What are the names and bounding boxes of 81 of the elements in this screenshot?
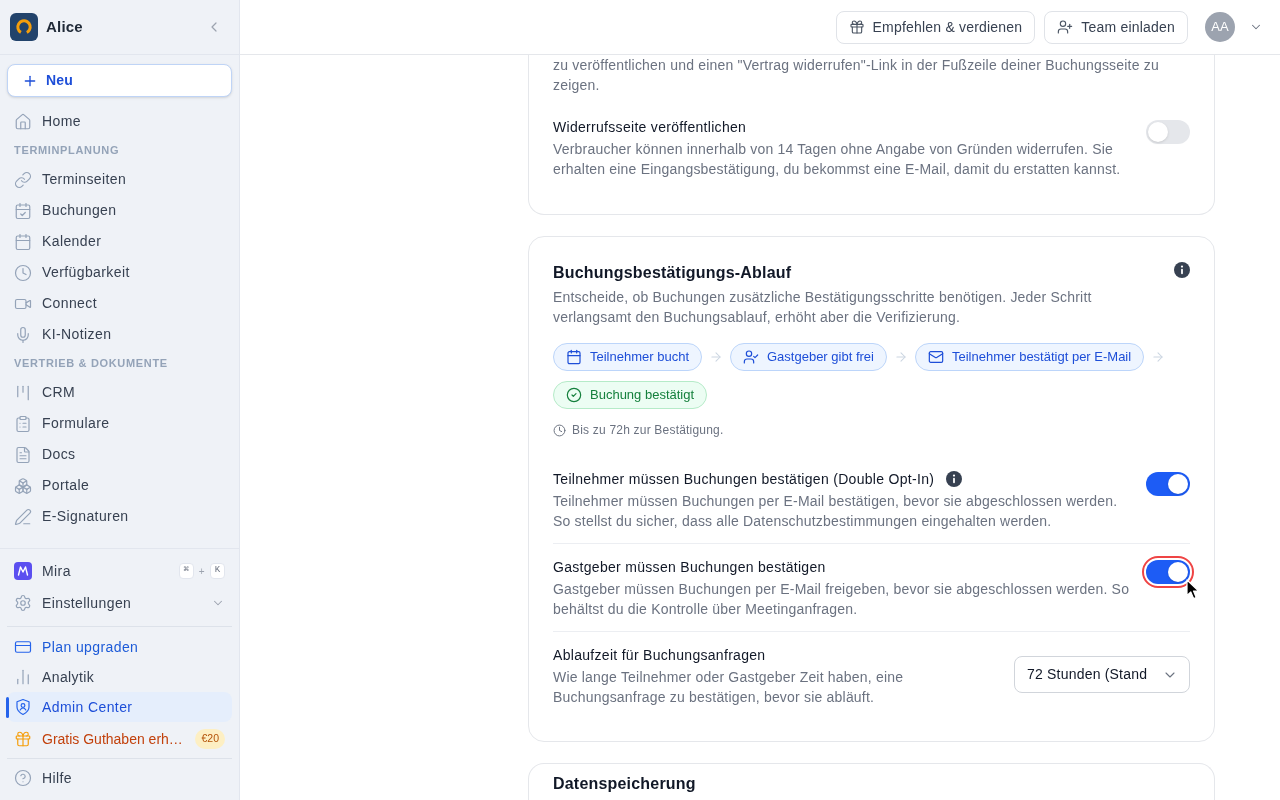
keyboard-key: ⌘	[178, 563, 194, 579]
flow-step: Buchung bestätigt	[553, 381, 708, 409]
setting-title: Teilnehmer müssen Buchungen bestätigen (Double Opt-In)	[553, 470, 935, 489]
setting-description: Gastgeber müssen Buchungen per E-Mail freigeben, bevor sie abgeschlossen werden. So behältst du die Kontrolle über Meetinganfragen.	[553, 580, 1131, 619]
flow-step: Gastgeber gibt frei	[730, 343, 887, 371]
sidebar-item[interactable]: Kalender	[7, 226, 232, 257]
m-logo-icon	[14, 562, 32, 580]
gift-icon	[14, 730, 32, 748]
calendar-icon	[566, 349, 582, 365]
clock-icon	[553, 423, 566, 437]
help-icon	[14, 769, 32, 787]
arrow-right-icon	[1151, 350, 1166, 364]
description-text: zu veröffentlichen und einen "Vertrag widerrufen"-Link in der Fußzeile deiner Buchungsseite zu zeigen.	[553, 56, 1160, 95]
sidebar-item[interactable]: Gratis Guthaben erh… €20	[7, 724, 232, 754]
sidebar-item[interactable]: Buchungen	[7, 195, 232, 226]
setting-title: Gastgeber müssen Buchungen bestätigen	[553, 558, 826, 577]
card-title: Datenspeicherung	[553, 774, 696, 794]
flow-step: Teilnehmer bucht	[553, 343, 702, 371]
info-icon[interactable]	[946, 471, 963, 487]
sidebar-item[interactable]: Connect	[7, 288, 232, 319]
setting-description: Verbraucher können innerhalb von 14 Tagen ohne Angabe von Gründen widerrufen. Sie erhalten eine Eingangsbestätigung, du bekommst eine E-Mail, damit du erstatten kannst.	[553, 140, 1122, 179]
shield-user-icon	[14, 698, 32, 716]
user-plus-icon	[1057, 19, 1074, 35]
sidebar-item[interactable]: Mira ⌘ + K	[7, 555, 232, 587]
toggle-switch[interactable]	[1146, 120, 1190, 144]
calendar-icon	[14, 232, 32, 251]
section-label: TERMINPLANUNG	[14, 143, 120, 159]
link-icon	[14, 170, 32, 189]
setting-description: Wie lange Teilnehmer oder Gastgeber Zeit haben, eine Buchungsanfrage zu bestätigen, bevor sie abläuft.	[553, 668, 905, 707]
bar-chart-icon	[14, 668, 32, 686]
setting-title: Widerrufsseite veröffentlichen	[553, 118, 747, 137]
sidebar-item[interactable]: Analytik	[7, 662, 232, 692]
sidebar-item[interactable]: Einstellungen	[7, 587, 232, 619]
ring-logo-icon	[10, 13, 38, 41]
keyboard-key: K	[210, 563, 225, 579]
mail-icon	[927, 349, 944, 365]
section-label: VERTRIEB & DOKUMENTE	[14, 356, 168, 372]
arrow-right-icon	[893, 350, 908, 364]
kanban-icon	[14, 383, 32, 402]
check-circle-icon	[566, 387, 582, 403]
pen-icon	[14, 507, 32, 526]
sidebar-item[interactable]: Plan upgraden	[7, 632, 232, 662]
home-icon	[14, 112, 32, 131]
sidebar-item[interactable]: Home	[7, 106, 232, 137]
credit-card-icon	[14, 638, 32, 656]
sidebar-item[interactable]: Docs	[7, 439, 232, 470]
clock-icon	[14, 263, 32, 282]
info-icon[interactable]	[1174, 262, 1190, 278]
setting-description: Teilnehmer müssen Buchungen per E-Mail bestätigen, bevor sie abgeschlossen werden. So stellst du sicher, dass alle Datenschutzbestimmungen eingehalten werden.	[553, 492, 1119, 531]
gift-icon	[848, 19, 865, 35]
microphone-icon	[14, 325, 32, 344]
sidebar-item[interactable]: Admin Center	[7, 692, 232, 722]
toggle-switch[interactable]	[1146, 472, 1190, 496]
duration-select[interactable]: 72 Stunden (Stand	[1014, 656, 1190, 693]
refer-button[interactable]: Empfehlen & verdienen	[835, 10, 1036, 44]
card-description: Entscheide, ob Buchungen zusätzliche Bestätigungsschritte benötigen. Jeder Schritt verlangsamt den Buchungsablauf, erhöht aber die Verifizierung.	[553, 288, 1093, 327]
flow-step: Teilnehmer bestätigt per E-Mail	[914, 343, 1145, 371]
sidebar-item[interactable]: Portale	[7, 470, 232, 501]
arrow-right-icon	[709, 350, 723, 364]
workspace-name[interactable]: Alice	[46, 15, 83, 39]
sidebar-item[interactable]: Verfügbarkeit	[7, 257, 232, 288]
credit-badge: €20	[195, 729, 225, 749]
new-button[interactable]: Neu	[7, 64, 232, 97]
sidebar-item[interactable]: Formulare	[7, 408, 232, 439]
sidebar-item[interactable]: Hilfe	[7, 763, 232, 793]
sidebar-item[interactable]: KI-Notizen	[7, 319, 232, 350]
settings-icon	[14, 594, 32, 612]
active-indicator	[6, 697, 9, 718]
clipboard-list-icon	[14, 414, 32, 433]
calendar-check-icon	[14, 201, 32, 220]
invite-team-button[interactable]: Team einladen	[1044, 10, 1188, 44]
setting-title: Ablaufzeit für Buchungsanfragen	[553, 646, 766, 665]
sidebar-item[interactable]: Terminseiten	[7, 164, 232, 195]
sidebar-item[interactable]: CRM	[7, 377, 232, 408]
shortcut-joiner: +	[197, 564, 206, 579]
card-title: Buchungsbestätigungs-Ablauf	[553, 263, 792, 283]
sidebar-item[interactable]: E-Signaturen	[7, 501, 232, 532]
note-text: Bis zu 72h zur Bestätigung.	[572, 422, 724, 438]
boxes-icon	[14, 476, 32, 495]
user-check-icon	[743, 349, 759, 365]
document-icon	[14, 445, 32, 464]
